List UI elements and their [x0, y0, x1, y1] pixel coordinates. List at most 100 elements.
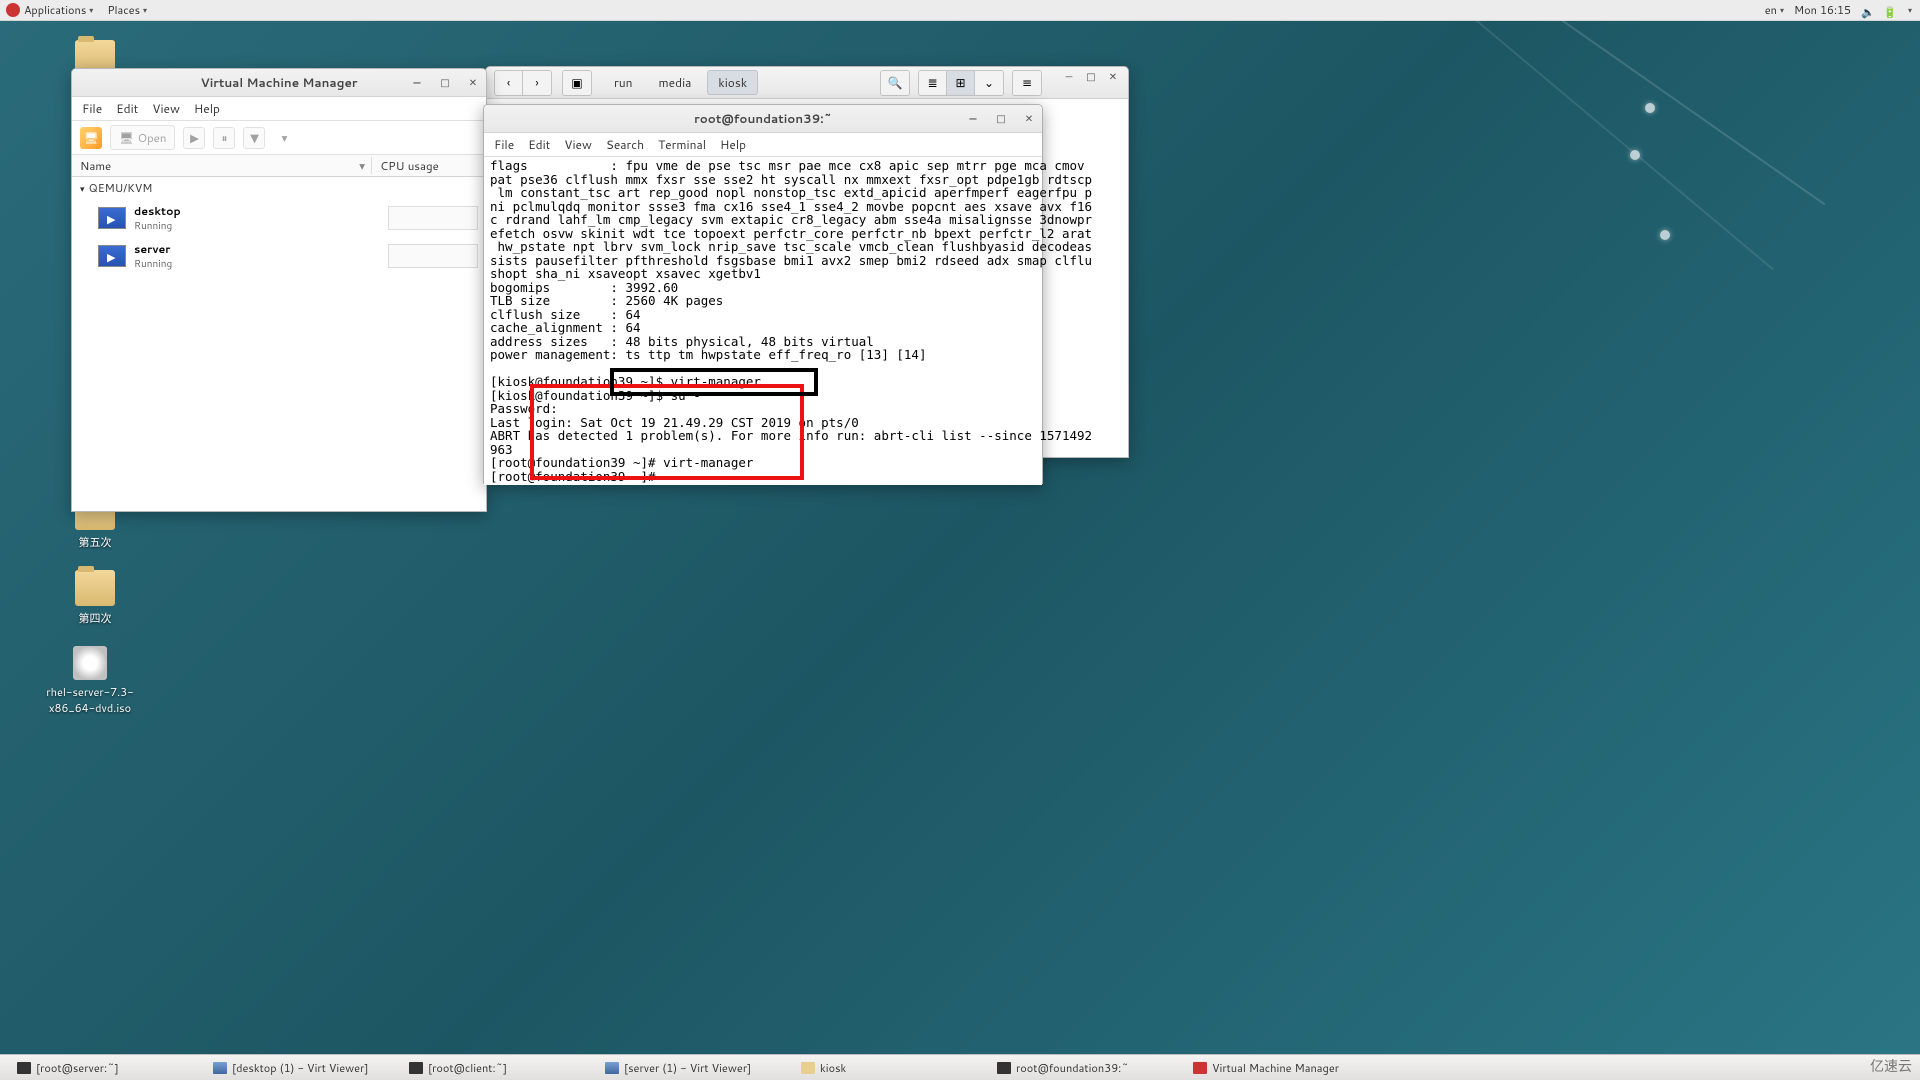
- col-cpu[interactable]: CPU usage: [372, 157, 486, 174]
- vm-row[interactable]: desktopRunning: [72, 199, 486, 237]
- vm-state: Running: [134, 219, 384, 233]
- open-button: 🖥Open: [110, 125, 175, 150]
- gnome-icon: [6, 3, 20, 17]
- back-button[interactable]: ‹: [495, 71, 523, 95]
- new-vm-button[interactable]: 🖥: [80, 127, 102, 149]
- window-title: Virtual Machine Manager: [201, 74, 358, 91]
- chevron-down-icon: ▾: [89, 4, 93, 16]
- task-app-icon: [1193, 1062, 1207, 1074]
- menu-search[interactable]: Search: [606, 136, 644, 153]
- vmm-toolbar: 🖥 🖥Open ▶ ⏸ ▼ ▾: [72, 121, 486, 155]
- vm-name: desktop: [134, 203, 384, 219]
- forward-button[interactable]: ›: [523, 71, 551, 95]
- menu-edit[interactable]: Edit: [116, 100, 138, 117]
- volume-icon[interactable]: 🔈: [1861, 4, 1873, 16]
- terminal-content[interactable]: flags : fpu vme de pse tsc msr pae mce c…: [484, 157, 1042, 485]
- monitor-icon: 🖥: [119, 129, 134, 146]
- chevron-down-icon: ▾: [80, 182, 85, 195]
- battery-icon[interactable]: 🔋: [1883, 4, 1895, 16]
- minimize-button[interactable]: —: [410, 76, 424, 90]
- terminal-window: root@foundation39:~ — □ ✕ File Edit View…: [483, 104, 1043, 484]
- minimize-button[interactable]: —: [966, 112, 980, 126]
- hamburger-menu[interactable]: ≡: [1013, 71, 1041, 95]
- vm-state: Running: [134, 257, 384, 271]
- taskbar: [root@server:~] [desktop (1) - Virt Viewe…: [0, 1054, 1920, 1080]
- taskbar-label: kiosk: [820, 1060, 846, 1076]
- language-label: en: [1765, 2, 1777, 18]
- folder-icon: [75, 570, 115, 606]
- terminal-titlebar[interactable]: root@foundation39:~ — □ ✕: [484, 105, 1042, 133]
- search-button[interactable]: 🔍: [881, 71, 909, 95]
- close-button[interactable]: ✕: [1106, 70, 1120, 84]
- folder-fourth[interactable]: 第四次: [50, 570, 140, 626]
- cpu-graph: [388, 206, 478, 230]
- vmm-titlebar[interactable]: Virtual Machine Manager — □ ✕: [72, 69, 486, 97]
- nautilus-header: ‹ › ▣ run media kiosk 🔍 ≣ ⊞ ⌄ ≡ — □ ✕: [486, 67, 1128, 99]
- crumb-run[interactable]: run: [604, 71, 642, 94]
- chevron-down-icon: ▾: [359, 157, 371, 174]
- maximize-button[interactable]: □: [994, 112, 1008, 126]
- menu-view[interactable]: View: [564, 136, 592, 153]
- path-pin[interactable]: ▣: [562, 70, 592, 96]
- open-label: Open: [138, 129, 167, 146]
- desktop-icon-label: 第四次: [50, 610, 140, 626]
- desktop-icon-label: 第五次: [50, 534, 140, 550]
- taskbar-item[interactable]: [root@server:~]: [6, 1057, 198, 1079]
- language-indicator[interactable]: en ▾: [1765, 2, 1784, 18]
- view-options-chevron[interactable]: ⌄: [975, 71, 1003, 95]
- disc-icon: [73, 646, 107, 680]
- view-grid-button[interactable]: ⊞: [947, 71, 975, 95]
- taskbar-item[interactable]: [desktop (1) - Virt Viewer]: [202, 1057, 394, 1079]
- col-name-label: Name: [80, 157, 111, 174]
- breadcrumb: run media kiosk: [604, 70, 758, 95]
- vm-thumb-icon: [98, 207, 126, 229]
- vmm-columns: Name ▾ CPU usage: [72, 155, 486, 177]
- iso-file[interactable]: rhel-server-7.3-x86_64-dvd.iso: [30, 646, 150, 716]
- taskbar-item[interactable]: kiosk: [790, 1057, 982, 1079]
- close-button[interactable]: ✕: [466, 76, 480, 90]
- view-list-button[interactable]: ≣: [919, 71, 947, 95]
- crumb-media[interactable]: media: [648, 71, 701, 94]
- maximize-button[interactable]: □: [438, 76, 452, 90]
- vm-connection-group[interactable]: ▾ QEMU/KVM: [72, 177, 486, 199]
- menu-file[interactable]: File: [494, 136, 514, 153]
- clock-label: Mon 16:15: [1794, 2, 1851, 18]
- crumb-kiosk[interactable]: kiosk: [707, 70, 758, 95]
- taskbar-label: [server (1) - Virt Viewer]: [624, 1060, 751, 1076]
- task-app-icon: [213, 1062, 227, 1074]
- vmm-body: ▾ QEMU/KVM desktopRunningserverRunning: [72, 177, 486, 511]
- vm-thumb-icon: [98, 245, 126, 267]
- maximize-button[interactable]: □: [1084, 70, 1098, 84]
- vm-row[interactable]: serverRunning: [72, 237, 486, 275]
- chevron-down-icon: ▾: [1780, 4, 1784, 16]
- task-app-icon: [409, 1062, 423, 1074]
- menu-terminal[interactable]: Terminal: [658, 136, 706, 153]
- minimize-button[interactable]: —: [1062, 70, 1076, 84]
- close-button[interactable]: ✕: [1022, 112, 1036, 126]
- menu-file[interactable]: File: [82, 100, 102, 117]
- places-label: Places: [107, 2, 140, 18]
- nav-back-forward: ‹ ›: [494, 70, 552, 96]
- taskbar-item[interactable]: Virtual Machine Manager: [1182, 1057, 1374, 1079]
- taskbar-item[interactable]: [server (1) - Virt Viewer]: [594, 1057, 786, 1079]
- virt-manager-window: Virtual Machine Manager — □ ✕ File Edit …: [71, 68, 487, 512]
- taskbar-item[interactable]: [root@client:~]: [398, 1057, 590, 1079]
- menu-help[interactable]: Help: [194, 100, 220, 117]
- cpu-graph: [388, 244, 478, 268]
- terminal-menubar: File Edit View Search Terminal Help: [484, 133, 1042, 157]
- chevron-down-icon[interactable]: ▾: [1908, 4, 1912, 16]
- play-button: ▶: [183, 127, 205, 149]
- vm-group-label: QEMU/KVM: [89, 180, 153, 196]
- shutdown-button: ▼: [243, 127, 265, 149]
- taskbar-label: [root@server:~]: [36, 1060, 119, 1076]
- menu-help[interactable]: Help: [720, 136, 746, 153]
- vmm-menubar: File Edit View Help: [72, 97, 486, 121]
- menu-edit[interactable]: Edit: [528, 136, 550, 153]
- menu-view[interactable]: View: [152, 100, 180, 117]
- taskbar-item[interactable]: root@foundation39:~: [986, 1057, 1178, 1079]
- clock[interactable]: Mon 16:15: [1794, 2, 1851, 18]
- toolbar-chevron: ▾: [273, 127, 295, 149]
- applications-menu[interactable]: Applications ▾: [6, 2, 93, 18]
- places-menu[interactable]: Places ▾: [107, 2, 147, 18]
- col-name[interactable]: Name ▾: [72, 157, 372, 174]
